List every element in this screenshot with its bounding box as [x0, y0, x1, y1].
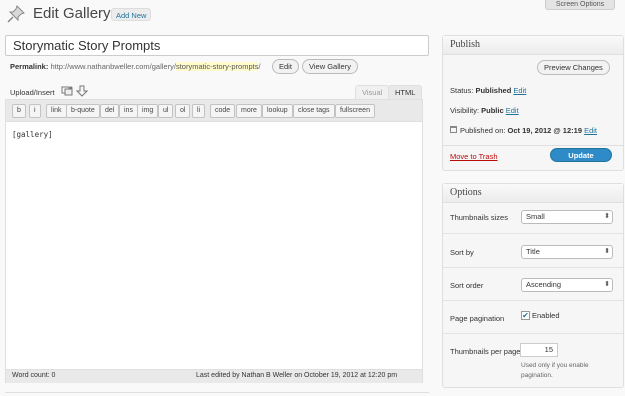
thumbnail-size-select[interactable]: Small ⬍: [521, 210, 613, 224]
qt-ins-button[interactable]: ins: [119, 104, 138, 118]
qt-lookup-button[interactable]: lookup: [262, 104, 293, 118]
pagination-checkbox[interactable]: ✔: [521, 311, 530, 320]
calendar-icon: [450, 126, 457, 133]
permalink-slug[interactable]: storymatic-story-prompts: [175, 62, 259, 71]
edit-permalink-button[interactable]: Edit: [272, 59, 299, 74]
visibility-label: Visibility:: [450, 106, 480, 115]
sort-by-select[interactable]: Title ⬍: [521, 245, 613, 259]
qt-blockquote-button[interactable]: b-quote: [66, 104, 100, 118]
qt-img-button[interactable]: img: [137, 104, 159, 118]
sort-order-select[interactable]: Ascending ⬍: [521, 278, 613, 292]
add-new-button[interactable]: Add New: [111, 8, 152, 21]
editor-area[interactable]: [5, 99, 423, 383]
published-row: Published on: Oct 19, 2012 @ 12:19 Edit: [460, 126, 597, 135]
view-gallery-button[interactable]: View Gallery: [302, 59, 358, 74]
visibility-edit-link[interactable]: Edit: [506, 106, 519, 115]
published-edit-link[interactable]: Edit: [584, 126, 597, 135]
sort-by-label: Sort by: [450, 248, 474, 257]
divider: [443, 233, 623, 234]
sort-by-value: Title: [526, 247, 540, 256]
tab-visual[interactable]: Visual: [355, 85, 390, 100]
visibility-row: Visibility: Public Edit: [450, 106, 519, 115]
update-button[interactable]: Update: [550, 148, 612, 162]
qt-ol-button[interactable]: ol: [175, 104, 191, 118]
select-arrows-icon: ⬍: [604, 213, 610, 220]
add-media-arrow-icon[interactable]: [76, 85, 88, 97]
visibility-value: Public: [481, 106, 504, 115]
thumbnails-per-page-input[interactable]: 15: [520, 343, 558, 357]
word-count: Word count: 0: [12, 372, 56, 379]
qt-li-button[interactable]: li: [192, 104, 206, 118]
thumbnail-size-label: Thumbnails sizes: [450, 213, 508, 222]
qt-more-button[interactable]: more: [236, 104, 262, 118]
published-label: Published on:: [460, 126, 506, 135]
permalink-end: /: [258, 62, 261, 71]
preview-changes-button[interactable]: Preview Changes: [537, 60, 610, 75]
pagination-enabled-label: Enabled: [532, 311, 560, 320]
divider: [443, 300, 623, 301]
upload-insert-label: Upload/Insert: [10, 88, 55, 97]
sort-order-value: Ascending: [526, 280, 562, 289]
divider: [443, 267, 623, 268]
status-row: Status: Published Edit: [450, 86, 526, 95]
permalink: Permalink: http://www.nathanbweller.com/…: [10, 62, 261, 72]
editor-content[interactable]: [gallery]: [12, 130, 53, 139]
page-title: Edit Gallery: [33, 5, 111, 22]
divider: [5, 392, 429, 393]
screen-options-button[interactable]: Screen Options: [545, 0, 615, 10]
status-label: Status:: [450, 86, 474, 95]
published-value: Oct 19, 2012 @ 12:19: [507, 126, 582, 135]
pushpin-icon: [7, 5, 25, 23]
qt-bold-button[interactable]: b: [12, 104, 26, 118]
qt-italic-button[interactable]: i: [29, 104, 41, 118]
sort-order-label: Sort order: [450, 281, 484, 290]
status-edit-link[interactable]: Edit: [513, 86, 526, 95]
select-arrows-icon: ⬍: [604, 248, 610, 255]
options-box-title: Options: [443, 184, 623, 203]
publish-box-title: Publish: [443, 36, 623, 55]
qt-link-button[interactable]: link: [46, 104, 67, 118]
thumbnail-size-value: Small: [526, 212, 545, 221]
thumbnails-per-page-label: Thumbnails per page: [450, 347, 521, 356]
qt-fullscreen-button[interactable]: fullscreen: [335, 104, 375, 118]
qt-close-tags-button[interactable]: close tags: [293, 104, 335, 118]
qt-code-button[interactable]: code: [210, 104, 236, 118]
post-title-input[interactable]: Storymatic Story Prompts: [5, 35, 429, 56]
add-media-icon[interactable]: [61, 85, 73, 97]
per-page-hint: Used only if you enable pagination.: [521, 362, 589, 379]
tab-html[interactable]: HTML: [388, 85, 423, 100]
move-to-trash-link[interactable]: Move to Trash: [450, 152, 498, 161]
status-value: Published: [475, 86, 512, 95]
permalink-label: Permalink:: [10, 62, 49, 71]
divider: [443, 333, 623, 334]
permalink-base: http://www.nathanbweller.com/gallery/: [50, 62, 176, 71]
qt-del-button[interactable]: del: [100, 104, 120, 118]
select-arrows-icon: ⬍: [604, 281, 610, 288]
divider: [443, 145, 623, 146]
page-pagination-label: Page pagination: [450, 314, 505, 323]
qt-ul-button[interactable]: ul: [158, 104, 174, 118]
last-edited: Last edited by Nathan B Weller on Octobe…: [196, 372, 398, 379]
